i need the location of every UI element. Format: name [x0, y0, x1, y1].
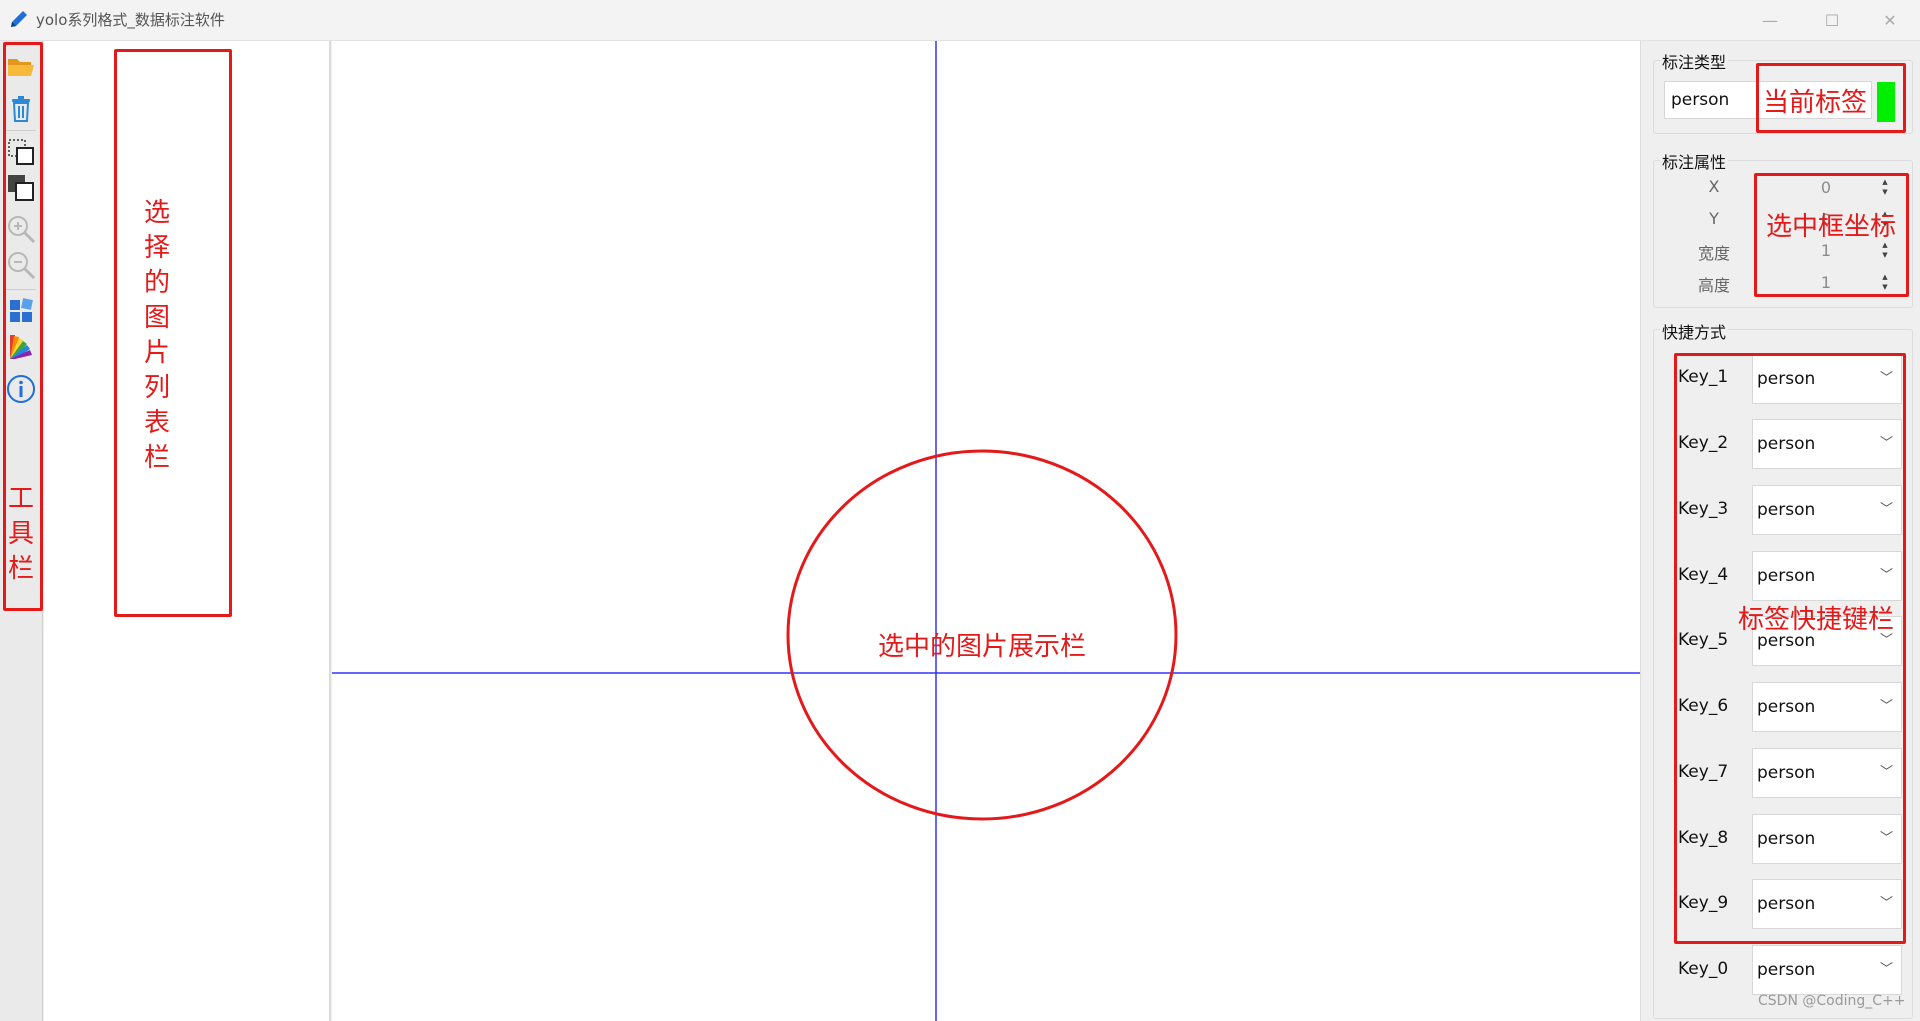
pencil-icon	[8, 8, 30, 30]
label-attr-title: 标注属性	[1660, 149, 1729, 173]
attr-width-label: 宽度	[1697, 244, 1730, 263]
annotation-shortcut-text: 标签快捷键栏	[1738, 605, 1895, 635]
label-type-title: 标注类型	[1660, 49, 1729, 73]
annotation-file-list-label: 选择的图片列表栏	[143, 198, 170, 473]
chevron-down-icon: ﹀	[1879, 962, 1893, 977]
watermark: CSDN @Coding_C++	[1758, 993, 1906, 1009]
close-button[interactable]: ✕	[1862, 0, 1918, 40]
annotation-coords-text: 选中框坐标	[1766, 212, 1897, 242]
annotation-toolbar-label: 工具栏	[7, 484, 34, 584]
image-canvas[interactable]	[332, 41, 1640, 1021]
window-title: yolo系列格式_数据标注软件	[36, 11, 225, 29]
annotation-shortcut-box	[1674, 353, 1906, 944]
minimize-button[interactable]: —	[1742, 0, 1798, 40]
title-bar: yolo系列格式_数据标注软件 — ☐ ✕	[0, 0, 1920, 41]
shortcut-key-label: Key_0	[1678, 959, 1729, 979]
shortcut-select-value: person	[1757, 960, 1816, 980]
shortcut-title: 快捷方式	[1660, 319, 1729, 343]
annotation-file-list-box	[114, 49, 232, 617]
maximize-button[interactable]: ☐	[1804, 0, 1860, 40]
attr-x-label: X	[1708, 177, 1720, 196]
attr-y-label: Y	[1709, 209, 1719, 228]
annotation-canvas-label: 选中的图片展示栏	[878, 632, 1087, 662]
attr-height-label: 高度	[1697, 276, 1730, 295]
shortcut-select[interactable]: person ﹀	[1752, 945, 1902, 995]
annotation-current-label-text: 当前标签	[1763, 88, 1868, 118]
